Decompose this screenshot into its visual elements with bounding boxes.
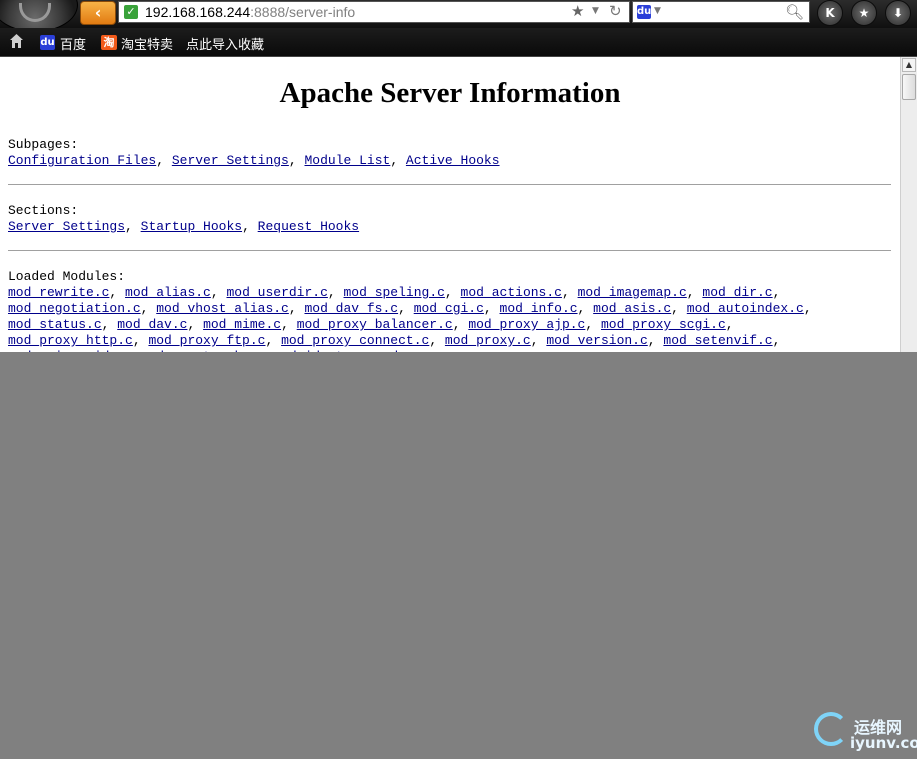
section-link[interactable]: Server Settings [8, 219, 125, 234]
module-row: mod_status.c, mod_dav.c, mod_mime.c, mod… [8, 317, 734, 332]
module-link[interactable]: mod_imagemap.c [578, 285, 687, 300]
module-link[interactable]: mod_dir.c [702, 285, 772, 300]
module-link[interactable]: mod_version.c [546, 333, 647, 348]
module-link[interactable]: mod_status.c [8, 317, 102, 332]
subpage-link[interactable]: Module List [304, 153, 390, 168]
module-link[interactable]: mod_info.c [500, 301, 578, 316]
module-link[interactable]: mod_proxy_scgi.c [601, 317, 726, 332]
module-link[interactable]: mod_rewrite.c [8, 285, 109, 300]
subpage-link[interactable]: Active Hooks [406, 153, 500, 168]
baidu-paw-icon: du [40, 35, 55, 50]
module-link[interactable]: mod_negotiation.c [8, 301, 141, 316]
module-link[interactable]: mod_autoindex.c [687, 301, 804, 316]
page-viewport: Apache Server Information Subpages: Conf… [0, 57, 900, 352]
star-icon: ★ [858, 6, 870, 20]
module-link[interactable]: mod_proxy_connect.c [281, 333, 429, 348]
back-arrow-icon: ‹ [94, 3, 102, 22]
bookmark-import-favorites[interactable]: 点此导入收藏 [186, 34, 264, 53]
url-path: :8888/server-info [250, 4, 356, 20]
subpages-section: Subpages: Configuration Files, Server Se… [8, 137, 500, 169]
subpages-label: Subpages: [8, 137, 79, 152]
sections-label: Sections: [8, 203, 79, 218]
module-link[interactable]: mod_proxy_balancer.c [297, 317, 453, 332]
loaded-modules-list: mod_rewrite.c, mod_alias.c, mod_userdir.… [8, 285, 812, 352]
subpage-link[interactable]: Configuration Files [8, 153, 156, 168]
scroll-up-arrow-icon[interactable]: ▲ [902, 58, 916, 72]
module-link[interactable]: mod_cgi.c [414, 301, 484, 316]
firefox-logo-icon [19, 3, 51, 22]
url-text[interactable]: 192.168.168.244:8888/server-info [145, 4, 355, 20]
subpage-link[interactable]: Server Settings [172, 153, 289, 168]
vertical-scrollbar[interactable]: ▲ [900, 57, 917, 352]
sections-links: Server Settings, Startup Hooks, Request … [8, 219, 360, 234]
download-arrow-icon: ⬇ [892, 6, 904, 20]
module-link[interactable]: mod_userdir.c [226, 285, 327, 300]
module-link[interactable]: mod [375, 349, 398, 352]
page-title: Apache Server Information [279, 77, 621, 109]
iyunv-watermark: 运维网 iyunv.com [814, 712, 917, 756]
module-link[interactable]: mod_vhost_alias.c [156, 301, 289, 316]
watermark-logo-icon [814, 712, 848, 746]
bookmarks-toolbar: du 百度 淘 淘宝特卖 点此导入收藏 [0, 28, 917, 57]
loaded-modules-label: Loaded Modules: [8, 269, 126, 284]
sections-section: Sections: Server Settings, Startup Hooks… [8, 203, 359, 235]
divider [8, 250, 891, 251]
module-link[interactable]: mod_proxy.c [445, 333, 531, 348]
module-link[interactable]: mod_proxy_http.c [8, 333, 133, 348]
module-link[interactable]: mod_proxy_ajp.c [468, 317, 585, 332]
search-bar[interactable]: du ▼ 🔍︎ [632, 1, 810, 23]
module-row: mod_proxy_http.c, mod_proxy_ftp.c, mod_p… [8, 333, 781, 348]
k-addon-button[interactable]: K [817, 0, 843, 26]
module-link[interactable]: mod_alias.c [125, 285, 211, 300]
scroll-thumb[interactable] [902, 74, 916, 100]
bookmark-baidu[interactable]: 百度 [60, 34, 86, 53]
module-link[interactable]: mod_speling.c [344, 285, 445, 300]
search-icon[interactable]: 🔍︎ [785, 3, 804, 21]
module-link[interactable]: mod_actions.c [461, 285, 562, 300]
url-host: 192.168.168.244 [145, 4, 251, 20]
k-icon: K [825, 6, 835, 20]
module-link[interactable]: mod_asis.c [593, 301, 671, 316]
module-link[interactable]: mod_proxy_ftp.c [148, 333, 265, 348]
section-link[interactable]: Request Hooks [258, 219, 359, 234]
module-link[interactable]: mod_mime.c [203, 317, 281, 332]
subpages-links: Configuration Files, Server Settings, Mo… [8, 153, 500, 168]
module-link[interactable]: mod_usertrack.c [141, 349, 258, 352]
bookmark-taobao-sale[interactable]: 淘宝特卖 [121, 34, 173, 53]
url-bar[interactable]: ✓ 192.168.168.244:8888/server-info ★ ▼ ↻ [118, 1, 630, 23]
module-link[interactable]: mod_dav.c [117, 317, 187, 332]
divider [8, 184, 891, 185]
module-row: mod_rewrite.c, mod_alias.c, mod_userdir.… [8, 285, 781, 300]
taobao-icon: 淘 [101, 35, 117, 50]
baidu-search-engine-icon[interactable]: du [637, 5, 651, 19]
home-icon[interactable] [9, 33, 24, 49]
reload-icon[interactable]: ↻ [609, 2, 622, 20]
bookmarks-menu-button[interactable]: ★ [851, 0, 877, 26]
module-link[interactable]: mod_ident.c [273, 349, 359, 352]
module-link[interactable]: mod_dav_fs.c [304, 301, 398, 316]
downloads-button[interactable]: ⬇ [885, 0, 911, 26]
section-link[interactable]: Startup Hooks [141, 219, 242, 234]
watermark-text-domain: iyunv.com [850, 734, 917, 752]
site-identity-check-icon[interactable]: ✓ [124, 5, 138, 19]
module-link[interactable]: mod_setenvif.c [663, 333, 772, 348]
module-link[interactable]: mod_unique_id.c [8, 349, 125, 352]
search-engine-dropdown-icon[interactable]: ▼ [654, 6, 661, 16]
back-button[interactable]: ‹ [80, 1, 116, 25]
navigation-toolbar: ‹ ✓ 192.168.168.244:8888/server-info ★ ▼… [0, 0, 917, 32]
bookmark-star-icon[interactable]: ★ [571, 2, 584, 20]
loaded-modules-section: Loaded Modules: mod_rewrite.c, mod_alias… [8, 269, 812, 352]
module-row: mod_negotiation.c, mod_vhost_alias.c, mo… [8, 301, 812, 316]
history-dropdown-icon[interactable]: ▼ [592, 6, 599, 16]
